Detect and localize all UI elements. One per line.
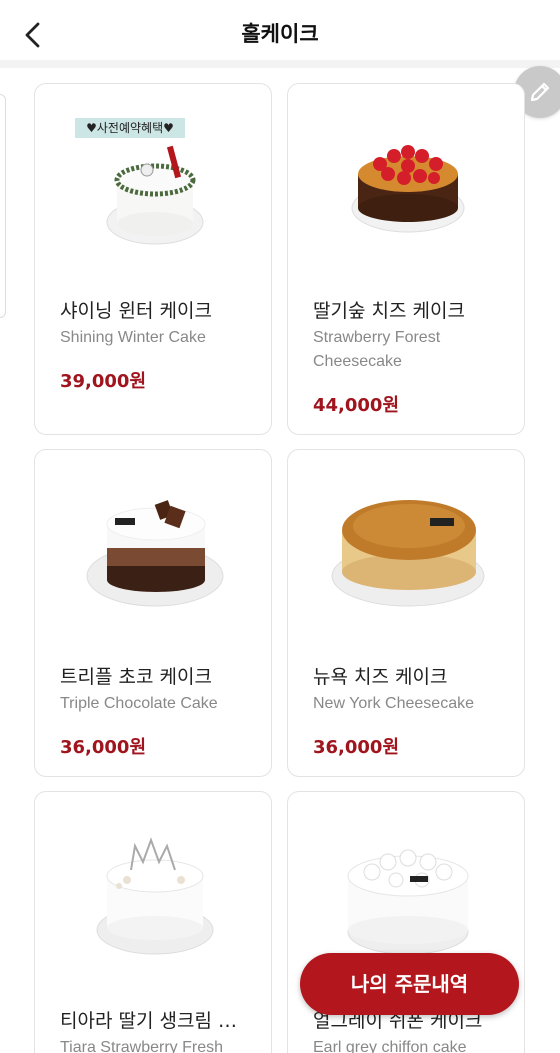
product-name-en: Shining Winter Cake: [60, 329, 206, 346]
product-name-en: New York Cheesecake: [313, 695, 474, 712]
product-image: [288, 450, 524, 640]
product-name: 딸기숲 치즈 케이크: [313, 300, 465, 322]
product-card[interactable]: 티아라 딸기 생크림 … Tiara Strawberry Fresh: [34, 791, 272, 1053]
product-name-en: Tiara Strawberry Fresh: [60, 1039, 223, 1053]
product-image: [35, 84, 271, 274]
product-image: [35, 792, 271, 982]
pencil-icon: [530, 82, 550, 102]
side-panel-edge[interactable]: [0, 94, 6, 318]
preorder-badge: ♥사전예약혜택♥: [75, 118, 185, 138]
product-name: 뉴욕 치즈 케이크: [313, 666, 448, 688]
product-name: 트리플 초코 케이크: [60, 666, 212, 688]
page-title: 홀케이크: [241, 22, 319, 46]
product-name-en: Strawberry Forest Cheesecake: [313, 329, 441, 370]
product-name: 티아라 딸기 생크림 …: [60, 1010, 237, 1032]
product-card[interactable]: 트리플 초코 케이크 Triple Chocolate Cake 36,000원: [34, 449, 272, 777]
product-image: [288, 84, 524, 274]
top-app-bar: 홀케이크: [0, 0, 560, 68]
product-name-en: Triple Chocolate Cake: [60, 695, 218, 712]
product-card[interactable]: 뉴욕 치즈 케이크 New York Cheesecake 36,000원: [287, 449, 525, 777]
product-price: 36,000원: [313, 737, 400, 758]
product-name: 샤이닝 윈터 케이크: [60, 300, 212, 322]
product-card[interactable]: ♥사전예약혜택♥ 샤이닝 윈터 케이크 Shining Winter Cake …: [34, 83, 272, 435]
product-image: [35, 450, 271, 640]
product-price: 44,000원: [313, 395, 400, 416]
product-name-en: Earl grey chiffon cake: [313, 1039, 467, 1053]
product-price: 39,000원: [60, 371, 147, 392]
product-card[interactable]: 딸기숲 치즈 케이크 Strawberry Forest Cheesecake …: [287, 83, 525, 435]
my-orders-button[interactable]: 나의 주문내역: [300, 953, 519, 1015]
product-price: 36,000원: [60, 737, 147, 758]
